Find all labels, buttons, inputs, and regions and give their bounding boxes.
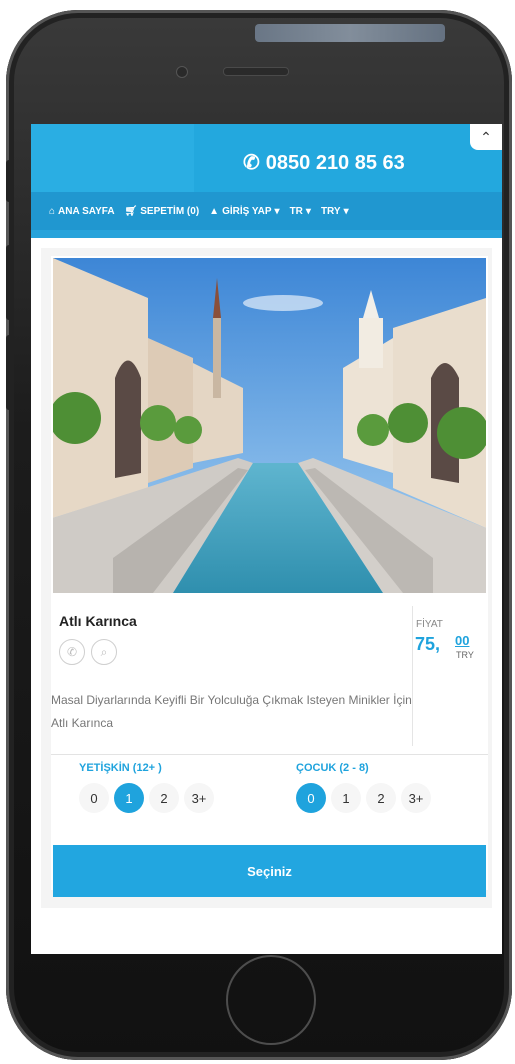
user-icon: ▲	[209, 205, 220, 217]
phone-volume-down	[6, 335, 12, 410]
adult-option-0[interactable]: 0	[79, 783, 109, 813]
nav-home-label: ANA SAYFA	[58, 205, 115, 217]
topbar-left-panel	[31, 124, 194, 192]
adult-label: YETİŞKİN (12+ )	[79, 762, 162, 774]
product-description: Masal Diyarlarında Keyifli Bir Yolculuğa…	[51, 693, 412, 730]
child-option-0[interactable]: 0	[296, 783, 326, 813]
price-decimal: 00	[455, 633, 470, 648]
child-label: ÇOCUK (2 - 8)	[296, 762, 369, 774]
nav-currency-label: TRY	[320, 205, 341, 217]
top-contact-bar: ✆ 0850 210 85 63 ⌃	[31, 124, 502, 192]
options-divider	[51, 754, 488, 755]
product-card: Atlı Karınca ✆ ⌕ FİYAT 75, 00 TRY Masal …	[51, 256, 488, 897]
cart-icon: 🛒︎	[124, 205, 138, 217]
child-option-3plus[interactable]: 3+	[401, 783, 431, 813]
main-nav: ⌂ ANA SAYFA 🛒︎ SEPETİM (0) ▲ GİRİŞ YAP ▾…	[31, 192, 502, 230]
call-button[interactable]: ✆	[59, 639, 85, 665]
child-option-1[interactable]: 1	[331, 783, 361, 813]
caret-down-icon: ▾	[343, 205, 349, 217]
nav-home[interactable]: ⌂ ANA SAYFA	[49, 206, 115, 217]
nav-login[interactable]: ▲ GİRİŞ YAP ▾	[209, 206, 279, 217]
chevron-up-icon: ⌃	[480, 128, 492, 145]
adult-option-2[interactable]: 2	[149, 783, 179, 813]
search-icon: ⌕	[100, 644, 108, 659]
nav-currency[interactable]: TRY ▾	[321, 206, 349, 217]
home-button[interactable]	[226, 955, 316, 1045]
phone-glare	[255, 24, 445, 42]
nav-cart-label: SEPETİM (0)	[140, 205, 200, 217]
phone-side-button	[6, 160, 12, 202]
adult-option-1[interactable]: 1	[114, 783, 144, 813]
contact-phone[interactable]: ✆ 0850 210 85 63	[243, 150, 405, 175]
phone-volume-up	[6, 245, 12, 320]
child-options: 0 1 2 3+	[296, 783, 431, 813]
product-image[interactable]	[53, 258, 486, 593]
phone-icon: ✆	[66, 645, 78, 659]
caret-down-icon: ▾	[274, 205, 280, 217]
caret-down-icon: ▾	[305, 205, 311, 217]
nav-login-label: GİRİŞ YAP	[222, 205, 272, 217]
nav-cart[interactable]: 🛒︎ SEPETİM (0)	[125, 206, 200, 217]
phone-icon: ✆	[243, 152, 260, 174]
adult-option-3plus[interactable]: 3+	[184, 783, 214, 813]
content-area: Atlı Karınca ✆ ⌕ FİYAT 75, 00 TRY Masal …	[41, 248, 492, 908]
speaker-grille	[223, 67, 289, 76]
product-title: Atlı Karınca	[59, 613, 137, 629]
select-button[interactable]: Seçiniz	[53, 845, 486, 897]
adult-options: 0 1 2 3+	[79, 783, 214, 813]
screen: ✆ 0850 210 85 63 ⌃ ⌂ ANA SAYFA 🛒︎ SEPETİM…	[31, 124, 502, 954]
child-option-2[interactable]: 2	[366, 783, 396, 813]
home-icon: ⌂	[49, 205, 56, 217]
price-label: FİYAT	[416, 619, 443, 630]
price-currency: TRY	[456, 650, 474, 660]
canal-photo	[53, 258, 486, 593]
nav-underline	[31, 230, 502, 238]
scroll-up-button[interactable]: ⌃	[470, 124, 502, 150]
phone-number: 0850 210 85 63	[265, 152, 405, 174]
camera-icon	[176, 66, 188, 78]
screen-bottom	[31, 908, 502, 954]
nav-language-label: TR	[289, 205, 303, 217]
zoom-button[interactable]: ⌕	[91, 639, 117, 665]
price-integer: 75,	[415, 634, 441, 654]
nav-language[interactable]: TR ▾	[290, 206, 311, 217]
